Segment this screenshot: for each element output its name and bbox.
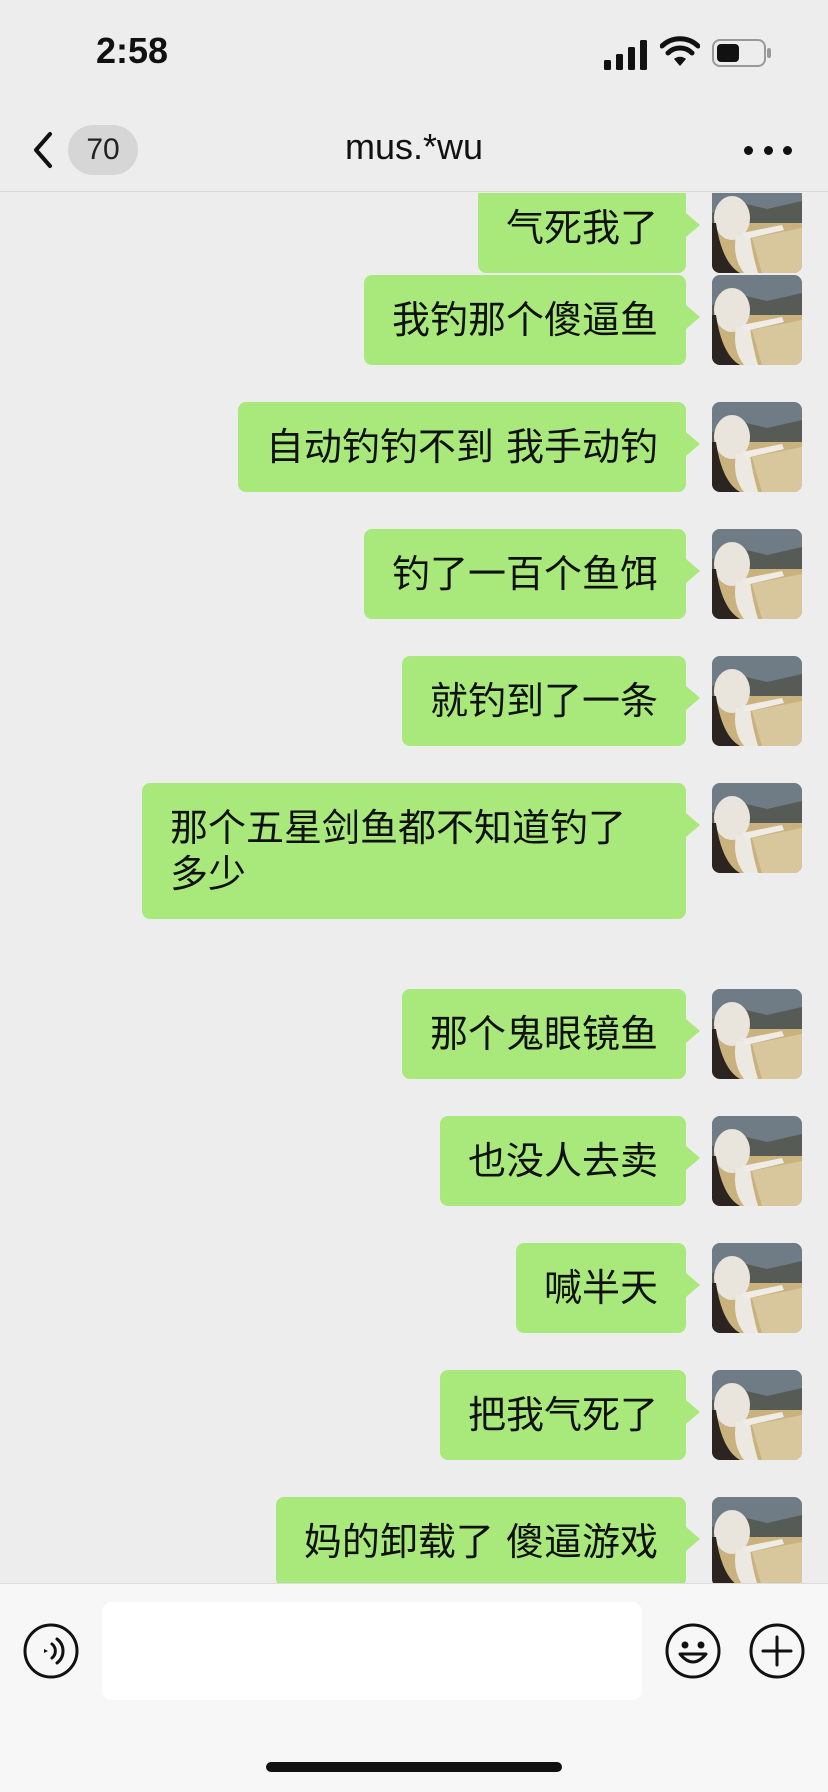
avatar[interactable] [712,1370,802,1460]
message-bubble[interactable]: 钓了一百个鱼饵 [363,529,701,619]
message-bubble[interactable]: 喊半天 [515,1243,701,1333]
chat-header: 70 mus.*wu [0,108,828,192]
more-dots-icon [744,145,753,155]
message-input[interactable] [102,1602,642,1700]
home-indicator [266,1762,562,1772]
avatar[interactable] [712,783,802,873]
status-time: 2:58 [96,30,169,71]
signal-icon [604,40,647,70]
message-bubble[interactable]: 那个鬼眼镜鱼 [401,989,701,1079]
avatar[interactable] [712,402,802,492]
message-bubble[interactable]: 我钓那个傻逼鱼 [363,275,701,365]
more-button[interactable] [744,130,792,170]
message-bubble[interactable]: 就钓到了一条 [401,656,701,746]
wifi-icon [660,36,700,66]
battery-icon [712,39,771,67]
emoji-icon[interactable] [664,1622,722,1680]
avatar[interactable] [712,1497,802,1583]
message-bubble[interactable]: 妈的卸载了 傻逼游戏 [275,1497,701,1583]
avatar[interactable] [712,275,802,365]
message-bubble[interactable]: 自动钓钓不到 我手动钓 [237,402,701,492]
message-bubble[interactable]: 那个五星剑鱼都不知道钓了多少 [142,783,700,919]
voice-icon[interactable] [22,1622,80,1680]
chat-title: mus.*wu [344,126,484,167]
plus-circle-icon[interactable] [748,1622,806,1680]
status-bar: 2:58 [0,0,828,108]
input-bar [0,1583,828,1792]
avatar[interactable] [712,989,802,1079]
avatar[interactable] [712,529,802,619]
message-bubble[interactable]: 气死我了 [477,193,701,273]
message-bubble[interactable]: 把我气死了 [439,1370,701,1460]
avatar[interactable] [712,1116,802,1206]
back-button[interactable]: 70 [28,120,148,180]
message-bubble[interactable]: 也没人去卖 [439,1116,701,1206]
chevron-left-icon [34,132,52,168]
avatar[interactable] [712,1243,802,1333]
unread-count-badge: 70 [68,125,138,175]
message-list[interactable]: 气死我了 我钓那个傻逼鱼自动钓钓不到 我手动钓钓了一百个鱼饵就钓到了一条那个五星剑… [0,193,828,1583]
avatar[interactable] [712,193,802,273]
avatar[interactable] [712,656,802,746]
